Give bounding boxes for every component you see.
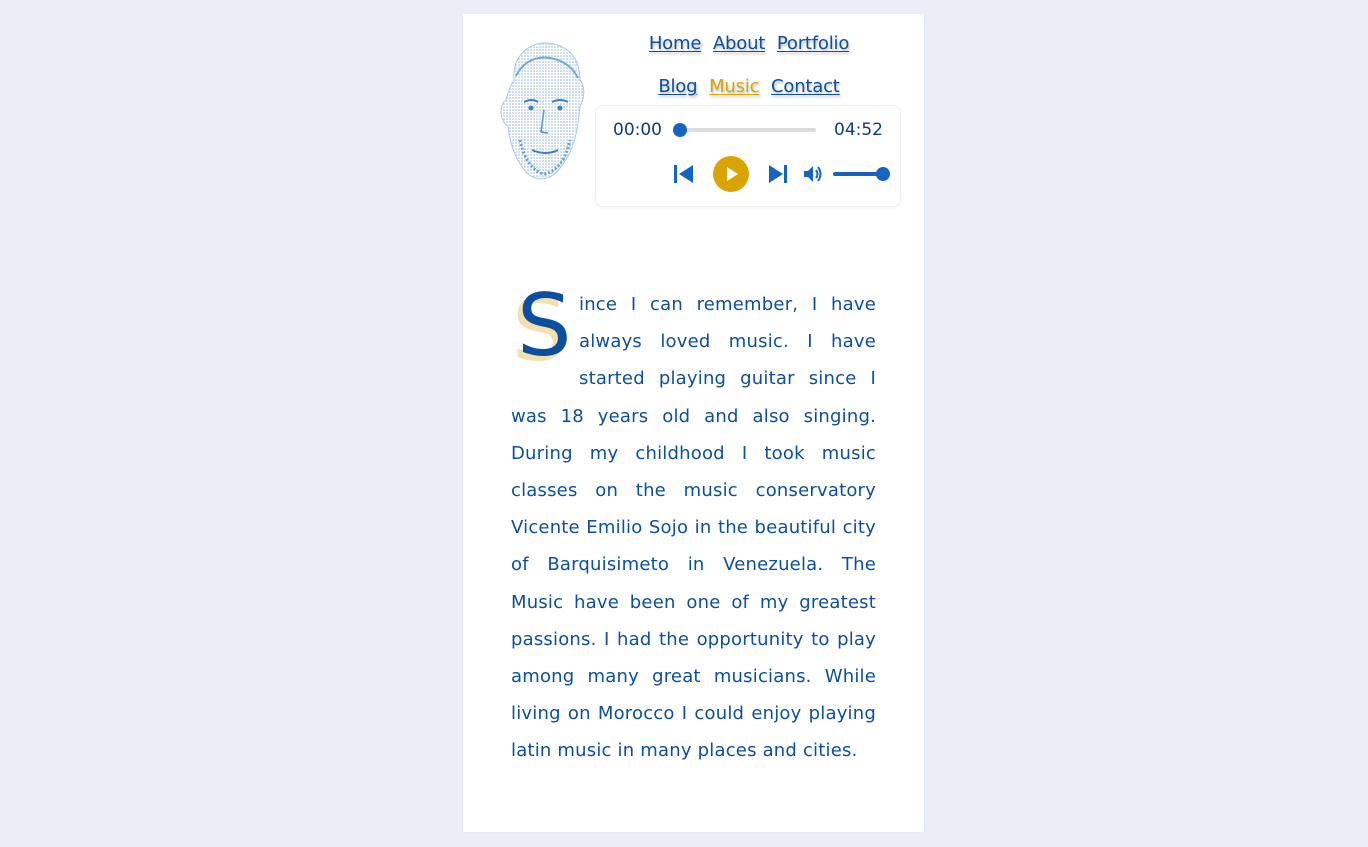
duration-time: 04:52 bbox=[834, 120, 883, 140]
play-icon bbox=[727, 167, 738, 181]
dropcap-letter: S bbox=[517, 276, 572, 376]
volume-icon[interactable] bbox=[803, 164, 825, 184]
next-icon[interactable] bbox=[767, 164, 789, 184]
nav-link-about[interactable]: About bbox=[713, 33, 765, 54]
music-article: S ince I can remember, I have always lov… bbox=[511, 276, 876, 770]
main-nav: Home About Portfolio Blog Music Contact bbox=[596, 22, 902, 108]
current-time: 00:00 bbox=[613, 120, 662, 140]
nav-link-blog[interactable]: Blog bbox=[658, 76, 697, 97]
progress-handle[interactable] bbox=[673, 123, 687, 137]
nav-link-home[interactable]: Home bbox=[649, 33, 702, 54]
audio-player: 00:00 04:52 bbox=[595, 105, 901, 207]
volume-handle[interactable] bbox=[876, 167, 890, 181]
page-card: Home About Portfolio Blog Music Contact … bbox=[463, 14, 924, 832]
progress-bar[interactable] bbox=[673, 123, 816, 137]
nav-link-music[interactable]: Music bbox=[709, 76, 759, 97]
nav-row-1: Home About Portfolio bbox=[596, 22, 902, 65]
avatar-sketch bbox=[500, 42, 585, 180]
nav-link-contact[interactable]: Contact bbox=[771, 76, 840, 97]
nav-link-portfolio[interactable]: Portfolio bbox=[777, 33, 849, 54]
play-button[interactable] bbox=[713, 156, 749, 192]
volume-slider[interactable] bbox=[833, 167, 890, 181]
previous-icon[interactable] bbox=[673, 164, 695, 184]
nav-row-2: Blog Music Contact bbox=[596, 65, 902, 108]
